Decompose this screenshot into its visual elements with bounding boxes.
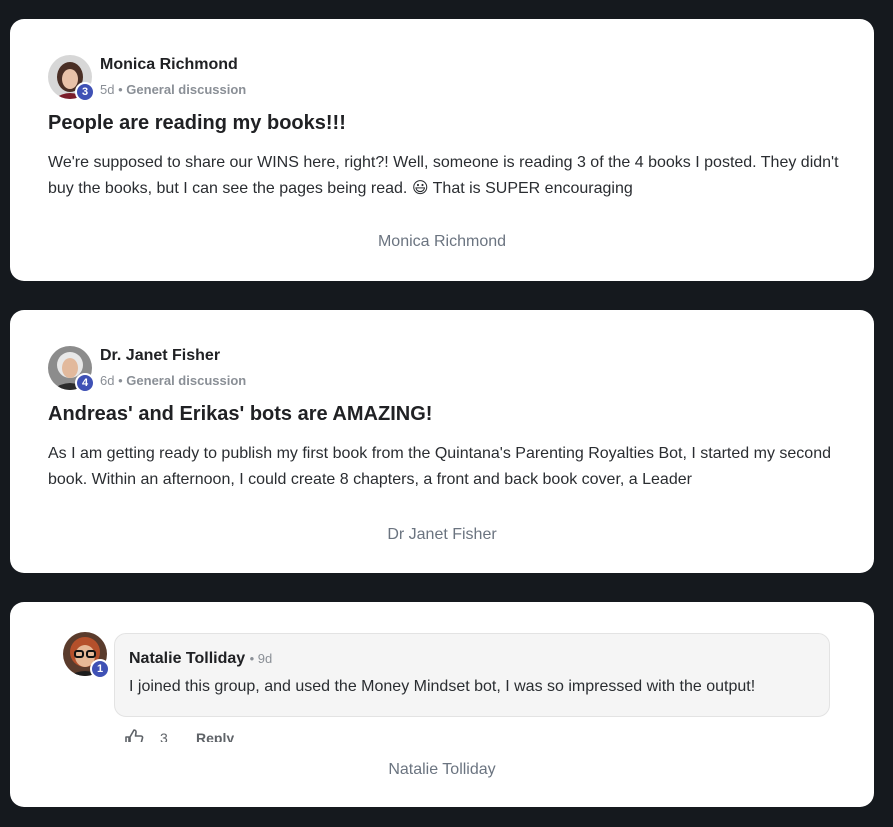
comment-time: • 9d <box>249 651 273 666</box>
like-count: 3 <box>160 730 168 742</box>
post-age: 5d <box>100 82 115 97</box>
comment-avatar-wrap: 1 <box>63 632 110 679</box>
post-body: We're supposed to share our WINS here, r… <box>48 154 839 197</box>
post-footer-author: Monica Richmond <box>377 233 507 250</box>
comment-card[interactable]: 1 Natalie Tolliday • 9d I joined this gr… <box>10 602 874 807</box>
level-badge: 4 <box>75 373 95 393</box>
thumbs-up-icon[interactable] <box>124 728 144 742</box>
post-title[interactable]: People are reading my books!!! <box>48 112 346 135</box>
post-meta: 6d • General discussion <box>100 373 246 388</box>
author-name[interactable]: Dr. Janet Fisher <box>100 347 220 365</box>
author-name[interactable]: Monica Richmond <box>100 56 238 74</box>
post-meta: 5d • General discussion <box>100 82 246 97</box>
comment-bubble: Natalie Tolliday • 9d I joined this grou… <box>114 633 830 717</box>
category-link[interactable]: General discussion <box>126 82 246 97</box>
comment-author-name[interactable]: Natalie Tolliday <box>129 650 245 667</box>
post-card[interactable]: 4 Dr. Janet Fisher 6d • General discussi… <box>10 310 874 573</box>
level-badge: 3 <box>75 82 95 102</box>
post-title[interactable]: Andreas' and Erikas' bots are AMAZING! <box>48 403 432 426</box>
post-footer-author: Natalie Tolliday <box>388 761 496 778</box>
meta-separator: • <box>118 373 123 388</box>
comment-author: Natalie Tolliday • 9d <box>129 650 272 668</box>
post-card[interactable]: 3 Monica Richmond 5d • General discussio… <box>10 19 874 281</box>
post-age: 6d <box>100 373 115 388</box>
comment-actions: 3 Reply <box>124 726 324 742</box>
category-link[interactable]: General discussion <box>126 373 246 388</box>
post-body: As I am getting ready to publish my firs… <box>48 445 831 488</box>
comment-text: I joined this group, and used the Money … <box>129 678 756 695</box>
level-badge: 1 <box>90 659 110 679</box>
meta-separator: • <box>118 82 123 97</box>
reply-button[interactable]: Reply <box>196 730 234 742</box>
post-footer-author: Dr Janet Fisher <box>387 526 497 543</box>
